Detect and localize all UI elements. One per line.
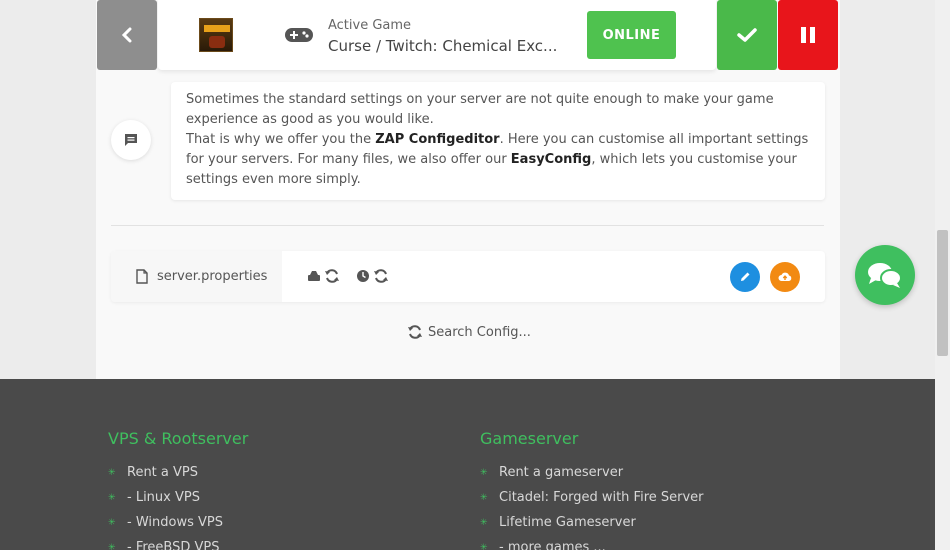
info-text-1: Sometimes the standard settings on your … <box>186 92 774 127</box>
sync-icon <box>325 269 339 283</box>
game-label: Active Game <box>328 18 412 33</box>
star-icon: ✳ <box>480 467 488 478</box>
file-icon <box>136 269 148 284</box>
gamepad-icon <box>284 25 314 49</box>
star-icon: ✳ <box>480 517 488 528</box>
configeditor-name: ZAP Configeditor <box>375 132 500 147</box>
info-text-2: That is why we offer you the ZAP Confige… <box>186 132 809 187</box>
footer-link[interactable]: ✳ - FreeBSD VPS <box>108 535 248 550</box>
file-cell: server.properties <box>111 251 282 302</box>
config-file-row: server.properties <box>111 251 825 302</box>
back-button[interactable] <box>97 0 157 70</box>
star-icon: ✳ <box>108 542 116 550</box>
footer-column-gameserver: Gameserver ✳ Rent a gameserver ✳ Citadel: … <box>480 429 704 550</box>
star-icon: ✳ <box>108 467 116 478</box>
footer-link[interactable]: ✳ Rent a gameserver <box>480 460 704 485</box>
chat-bubbles-icon <box>868 263 902 288</box>
pencil-icon <box>741 272 750 281</box>
scrollbar-thumb[interactable] <box>937 230 948 356</box>
start-button[interactable] <box>717 0 777 70</box>
hdd-icon <box>308 271 320 281</box>
file-name: server.properties <box>157 269 268 284</box>
check-icon <box>737 28 757 42</box>
footer-heading-gameserver: Gameserver <box>480 429 579 448</box>
footer-column-vps: VPS & Rootserver ✳ Rent a VPS ✳ - Linux VP… <box>108 429 248 550</box>
online-status-button[interactable]: ONLINE <box>587 11 676 59</box>
upload-button[interactable] <box>770 262 800 292</box>
game-thumbnail <box>199 18 233 52</box>
cloud-upload-icon <box>778 272 792 281</box>
footer-link[interactable]: ✳ - more games ... <box>480 535 704 550</box>
divider <box>111 225 824 226</box>
footer-link[interactable]: ✳ - Windows VPS <box>108 510 248 535</box>
edit-button[interactable] <box>730 262 760 292</box>
config-info-box: Sometimes the standard settings on your … <box>171 82 825 200</box>
easyconfig-name: EasyConfig <box>510 152 592 167</box>
footer: VPS & Rootserver ✳ Rent a VPS ✳ - Linux VP… <box>0 379 935 550</box>
footer-link[interactable]: ✳ Citadel: Forged with Fire Server <box>480 485 704 510</box>
comment-icon <box>111 120 151 160</box>
search-config-label: Search Config... <box>428 324 531 340</box>
sync-icon-2 <box>374 269 388 283</box>
star-icon: ✳ <box>108 517 116 528</box>
star-icon: ✳ <box>480 492 488 503</box>
footer-link[interactable]: ✳ - Linux VPS <box>108 485 248 510</box>
star-icon: ✳ <box>108 492 116 503</box>
live-chat-button[interactable] <box>855 245 915 305</box>
pause-icon <box>801 27 815 43</box>
star-icon: ✳ <box>480 542 488 550</box>
game-title[interactable]: Curse / Twitch: Chemical Exc... <box>328 37 557 55</box>
scrollbar[interactable] <box>935 0 950 550</box>
footer-link[interactable]: ✳ Lifetime Gameserver <box>480 510 704 535</box>
refresh-icon <box>408 325 422 339</box>
active-game-bar: Active Game Curse / Twitch: Chemical Exc… <box>158 0 716 70</box>
pause-button[interactable] <box>778 0 838 70</box>
search-config-link[interactable]: Search Config... <box>407 324 531 340</box>
chevron-left-icon <box>121 27 132 43</box>
clock-icon <box>357 270 369 282</box>
footer-heading-vps: VPS & Rootserver <box>108 429 249 448</box>
sync-status-icons <box>307 268 389 284</box>
footer-link[interactable]: ✳ Rent a VPS <box>108 460 248 485</box>
